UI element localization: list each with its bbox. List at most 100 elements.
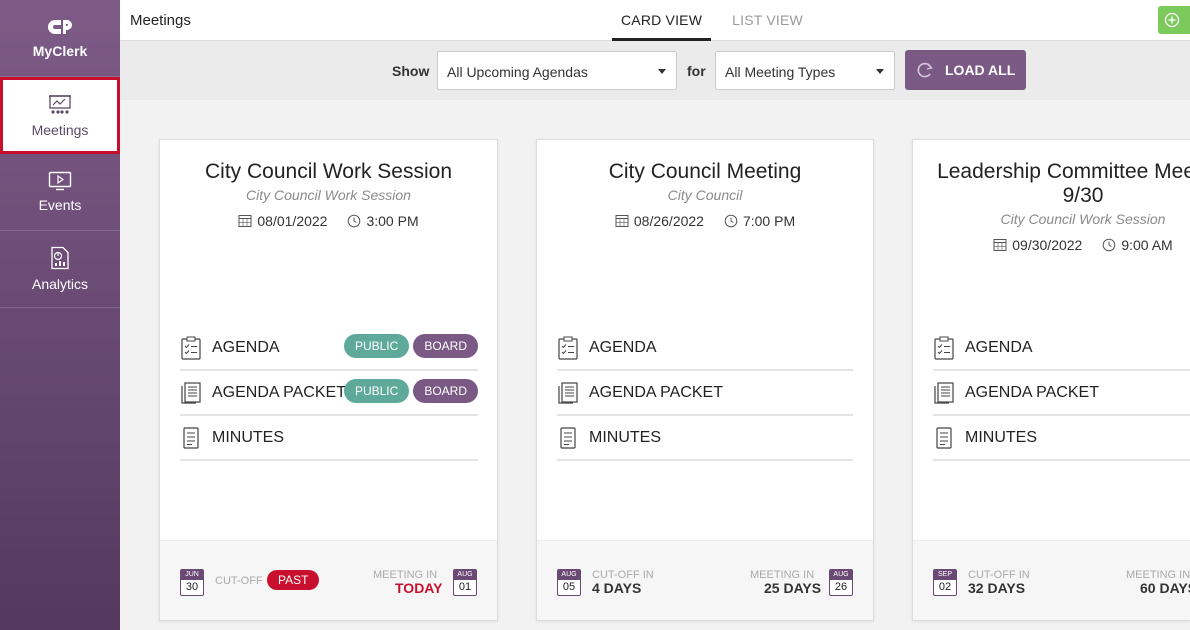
document-label: AGENDA PACKET	[212, 383, 346, 401]
agenda-packet-icon	[934, 381, 954, 404]
document-agenda[interactable]: AGENDA	[933, 326, 1190, 371]
cal-month: AUG	[558, 570, 580, 580]
tab-card-view[interactable]: CARD VIEW	[612, 0, 712, 41]
meeting-type-select[interactable]: All Meeting Types	[715, 51, 895, 90]
meeting-subtitle: City Council Work Session	[1000, 211, 1166, 227]
page-title: Meetings	[130, 12, 191, 29]
load-all-button[interactable]: LOAD ALL	[905, 50, 1026, 90]
calendar-icon	[993, 239, 1007, 251]
public-badge[interactable]: PUBLIC	[343, 334, 410, 358]
meeting-in-value: 25 DAYS	[764, 580, 822, 596]
document-list: AGENDA AGENDA PACKET MINUTES	[933, 326, 1190, 461]
document-agenda-packet[interactable]: AGENDA PACKET	[557, 371, 853, 416]
document-agenda[interactable]: AGENDA PUBLIC BOARD	[180, 326, 478, 371]
cal-month: SEP	[934, 570, 956, 580]
document-label: AGENDA	[965, 338, 1033, 356]
document-label: MINUTES	[965, 428, 1037, 446]
cal-month: AUG	[830, 570, 852, 580]
meeting-date: 09/30/2022	[1012, 237, 1083, 253]
sidebar-item-meetings[interactable]: Meetings	[0, 77, 120, 154]
minutes-document-icon	[560, 426, 576, 449]
document-label: AGENDA	[212, 338, 280, 356]
cutoff-value: 4 DAYS	[592, 580, 642, 596]
sidebar-item-analytics[interactable]: Analytics	[0, 231, 120, 308]
meeting-when: 08/26/2022 7:00 PM	[537, 213, 873, 229]
document-label: AGENDA PACKET	[589, 383, 723, 401]
document-minutes[interactable]: MINUTES	[933, 416, 1190, 461]
calendar-icon	[238, 215, 252, 227]
meeting-title: City Council Work Session	[204, 160, 453, 183]
cal-day: 05	[562, 581, 576, 593]
document-minutes[interactable]: MINUTES	[557, 416, 853, 461]
for-label: for	[687, 63, 706, 79]
document-label: AGENDA PACKET	[965, 383, 1099, 401]
filter-bar: Show All Upcoming Agendas for All Meetin…	[120, 41, 1190, 100]
meeting-in-value: TODAY	[395, 580, 443, 596]
meeting-card[interactable]: Leadership Committee Meeting 9/30 City C…	[912, 139, 1190, 621]
meeting-when: 09/30/2022 9:00 AM	[913, 237, 1190, 253]
calendar-icon	[615, 215, 629, 227]
meeting-time: 9:00 AM	[1121, 237, 1173, 253]
cal-day: 02	[938, 581, 952, 593]
public-badge[interactable]: PUBLIC	[343, 379, 410, 403]
document-list: AGENDA AGENDA PACKET MINUTES	[557, 326, 853, 461]
caret-down-icon	[876, 69, 884, 74]
tab-list-view[interactable]: LIST VIEW	[723, 0, 812, 41]
card-footer: JUN 30 CUT-OFF PAST MEETING IN TODAY AUG…	[160, 540, 497, 620]
meeting-card[interactable]: City Council Meeting City Council 08/26/…	[536, 139, 874, 621]
load-all-label: LOAD ALL	[945, 62, 1016, 78]
agenda-checklist-icon	[558, 336, 578, 360]
minutes-document-icon	[936, 426, 952, 449]
meeting-date: 08/01/2022	[257, 213, 328, 229]
show-label: Show	[392, 63, 430, 79]
clock-icon	[1103, 238, 1116, 252]
clock-icon	[724, 214, 738, 228]
myclerk-logo-icon	[48, 20, 72, 34]
meeting-calendar-icon: AUG 26	[829, 569, 853, 596]
card-footer: SEP 02 CUT-OFF IN 32 DAYS MEETING IN 60 …	[913, 540, 1190, 620]
meeting-time: 7:00 PM	[742, 213, 796, 229]
meeting-subtitle: City Council Work Session	[246, 187, 411, 203]
meeting-date: 08/26/2022	[633, 213, 704, 229]
cutoff-calendar-icon: SEP 02	[933, 569, 957, 596]
document-agenda-packet[interactable]: AGENDA PACKET	[933, 371, 1190, 416]
card-footer: AUG 05 CUT-OFF IN 4 DAYS MEETING IN 25 D…	[537, 540, 873, 620]
cal-month: JUN	[181, 570, 203, 580]
cutoff-calendar-icon: AUG 05	[557, 569, 581, 596]
document-label: MINUTES	[589, 428, 661, 446]
document-agenda[interactable]: AGENDA	[557, 326, 853, 371]
meeting-card[interactable]: City Council Work Session City Council W…	[159, 139, 498, 621]
board-badge[interactable]: BOARD	[413, 379, 478, 403]
sidebar: MyClerk Meetings Events Analytics	[0, 0, 120, 630]
sidebar-item-label: Events	[38, 197, 82, 213]
meeting-type-value: All Meeting Types	[725, 64, 836, 80]
clock-icon	[348, 214, 361, 228]
cal-month: AUG	[454, 570, 476, 580]
caret-down-icon	[658, 69, 666, 74]
add-button[interactable]	[1158, 6, 1190, 34]
board-badge[interactable]: BOARD	[413, 334, 478, 358]
cal-day: 30	[185, 581, 199, 593]
meeting-time: 3:00 PM	[366, 213, 419, 229]
minutes-document-icon	[183, 426, 199, 449]
cal-day: 26	[834, 581, 848, 593]
cal-day: 01	[458, 581, 472, 593]
meeting-board-icon	[49, 94, 71, 114]
view-tabs: CARD VIEW LIST VIEW	[612, 0, 824, 41]
meeting-in-value: 60 DAYS	[1140, 580, 1190, 596]
document-label: MINUTES	[212, 428, 284, 446]
cutoff-label: CUT-OFF	[215, 575, 263, 587]
sidebar-item-myclerk[interactable]: MyClerk	[0, 0, 120, 77]
meeting-when: 08/01/2022 3:00 PM	[160, 213, 497, 229]
top-bar: Meetings CARD VIEW LIST VIEW	[120, 0, 1190, 41]
agenda-checklist-icon	[934, 336, 954, 360]
agenda-filter-select[interactable]: All Upcoming Agendas	[437, 51, 677, 90]
meeting-subtitle: City Council	[667, 187, 743, 203]
sidebar-item-label: Analytics	[31, 276, 89, 292]
analytics-report-icon	[51, 246, 69, 270]
document-agenda-packet[interactable]: AGENDA PACKET PUBLIC BOARD	[180, 371, 478, 416]
sidebar-item-events[interactable]: Events	[0, 154, 120, 231]
meeting-title: Leadership Committee Meeting 9/30	[937, 160, 1190, 207]
document-list: AGENDA PUBLIC BOARD AGENDA PACKET PUBLIC…	[180, 326, 478, 461]
document-minutes[interactable]: MINUTES	[180, 416, 478, 461]
